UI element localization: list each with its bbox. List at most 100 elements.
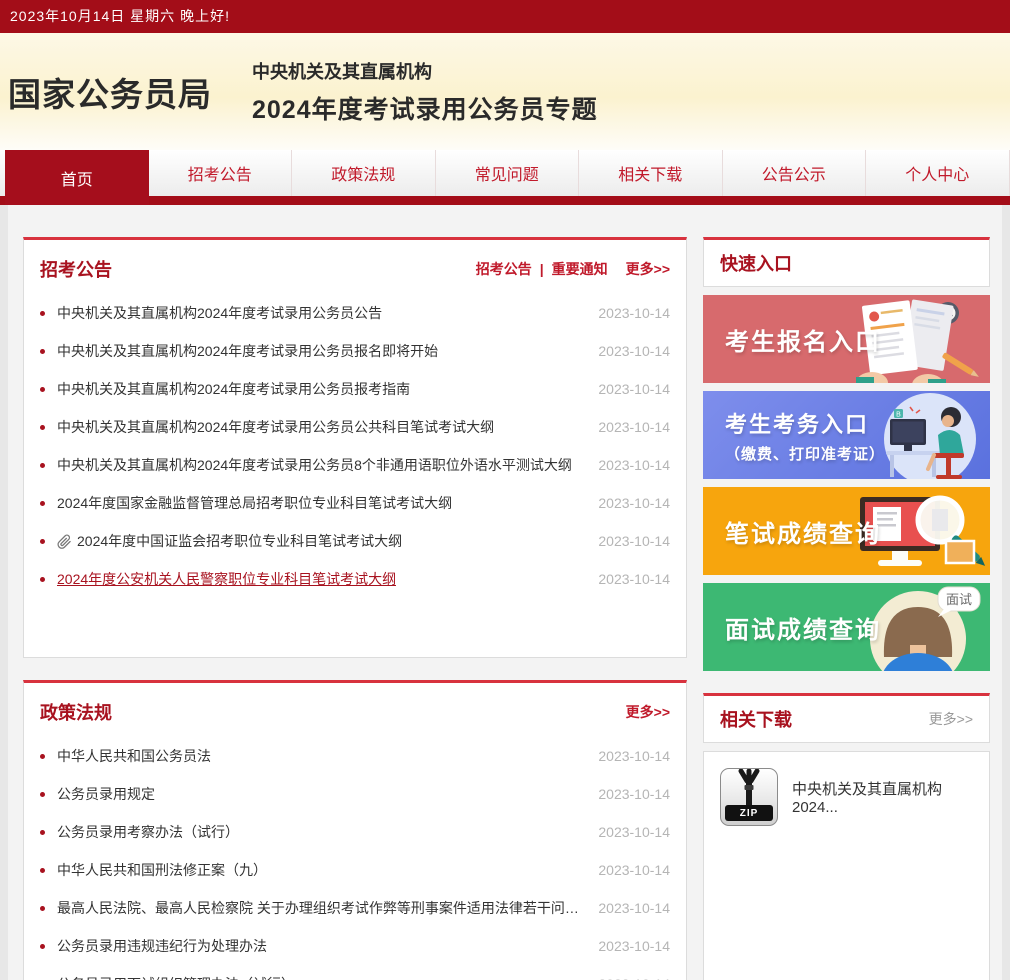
list-item: 公务员录用考察办法（试行） 2023-10-14 (40, 813, 670, 851)
quick-entry-panel: 快速入口 (703, 237, 990, 287)
item-date: 2023-10-14 (584, 976, 670, 980)
item-date: 2023-10-14 (584, 305, 670, 321)
banner-label-wrap: 考生报名入口 (725, 295, 881, 383)
policy-link[interactable]: 公务员录用规定 (57, 784, 155, 804)
written-score-query-banner[interactable]: 笔试成绩查询 (703, 487, 990, 575)
list-item: 中央机关及其直属机构2024年度考试录用公务员公告 2023-10-14 (40, 294, 670, 332)
nav-tab-personal-center[interactable]: 个人中心 (866, 150, 1010, 196)
candidate-exam-affairs-entry-banner[interactable]: B 考生考务入口 （缴费、打印准考证） (703, 391, 990, 479)
announcements-panel: 招考公告 招考公告 | 重要通知 更多>> 中央机关及其直属机构2024年度考试… (23, 237, 687, 658)
interview-score-query-label: 面试成绩查询 (725, 610, 881, 645)
announcements-tab-link[interactable]: 招考公告 (476, 259, 532, 279)
download-file-link[interactable]: 中央机关及其直属机构2024... (792, 778, 973, 980)
policy-link[interactable]: 公务员录用考察办法（试行） (57, 822, 239, 842)
announcement-link[interactable]: 中央机关及其直属机构2024年度考试录用公务员公告 (57, 303, 382, 323)
policy-link[interactable]: 公务员录用面试组织管理办法（试行） (57, 974, 295, 980)
main-nav: 首页 招考公告 政策法规 常见问题 相关下载 公告公示 个人中心 (0, 150, 1010, 196)
announcement-link[interactable]: 中央机关及其直属机构2024年度考试录用公务员报考指南 (57, 379, 410, 399)
bullet-icon (40, 944, 45, 949)
zip-file-icon[interactable]: ZIP (720, 768, 778, 826)
site-header: 国家公务员局 中央机关及其直属机构 2024年度考试录用公务员专题 (0, 33, 1010, 150)
candidate-registration-entry-banner[interactable]: 考生报名入口 (703, 295, 990, 383)
announcement-link-visited[interactable]: 2024年度公安机关人民警察职位专业科目笔试考试大纲 (57, 569, 396, 589)
date-greeting-text: 2023年10月14日 星期六 晚上好! (10, 8, 230, 24)
bullet-icon (40, 868, 45, 873)
list-item: 中央机关及其直属机构2024年度考试录用公务员报考指南 2023-10-14 (40, 370, 670, 408)
list-item: 2024年度国家金融监督管理总局招考职位专业科目笔试考试大纲 2023-10-1… (40, 484, 670, 522)
nav-tab-faq[interactable]: 常见问题 (436, 150, 580, 196)
item-date: 2023-10-14 (584, 495, 670, 511)
announcements-more-link[interactable]: 更多>> (626, 259, 670, 279)
bullet-icon (40, 349, 45, 354)
announcements-list: 中央机关及其直属机构2024年度考试录用公务员公告 2023-10-14 中央机… (24, 290, 686, 598)
main-content: 招考公告 招考公告 | 重要通知 更多>> 中央机关及其直属机构2024年度考试… (8, 205, 1002, 980)
important-notices-link[interactable]: 重要通知 (552, 259, 608, 279)
bullet-icon (40, 577, 45, 582)
bullet-icon (40, 463, 45, 468)
announcement-link[interactable]: 2024年度中国证监会招考职位专业科目笔试考试大纲 (77, 531, 402, 551)
registration-entry-label: 考生报名入口 (725, 322, 881, 357)
announcement-link[interactable]: 2024年度国家金融监督管理总局招考职位专业科目笔试考试大纲 (57, 493, 452, 513)
policies-header-links: 更多>> (616, 702, 670, 722)
downloads-panel-body: ZIP 中央机关及其直属机构2024... (703, 751, 990, 980)
item-date: 2023-10-14 (584, 419, 670, 435)
announcements-header-links: 招考公告 | 重要通知 更多>> (476, 259, 670, 279)
list-item: 公务员录用违规违纪行为处理办法 2023-10-14 (40, 927, 670, 965)
quick-entry-title: 快速入口 (720, 250, 792, 276)
policies-panel: 政策法规 更多>> 中华人民共和国公务员法 2023-10-14 公务员录用规定… (23, 680, 687, 980)
list-item: 2024年度公安机关人民警察职位专业科目笔试考试大纲 2023-10-14 (40, 560, 670, 598)
list-item: 中央机关及其直属机构2024年度考试录用公务员报名即将开始 2023-10-14 (40, 332, 670, 370)
banner-label-wrap: 笔试成绩查询 (725, 487, 881, 575)
nav-tab-announcements[interactable]: 招考公告 (149, 150, 293, 196)
written-score-query-label: 笔试成绩查询 (725, 514, 881, 549)
tab-separator: | (540, 261, 544, 277)
item-date: 2023-10-14 (584, 786, 670, 802)
exam-affairs-entry-sublabel: （缴费、打印准考证） (725, 443, 885, 464)
list-item: 最高人民法院、最高人民检察院 关于办理组织考试作弊等刑事案件适用法律若干问题的解… (40, 889, 670, 927)
interview-score-query-banner[interactable]: 面试 面试成绩查询 (703, 583, 990, 671)
policies-header: 政策法规 更多>> (24, 683, 686, 733)
policies-more-link[interactable]: 更多>> (626, 702, 670, 722)
site-subtitle: 中央机关及其直属机构 2024年度考试录用公务员专题 (252, 58, 598, 126)
item-date: 2023-10-14 (584, 381, 670, 397)
policy-link[interactable]: 公务员录用违规违纪行为处理办法 (57, 936, 267, 956)
policy-link[interactable]: 中华人民共和国公务员法 (57, 746, 211, 766)
item-date: 2023-10-14 (584, 938, 670, 954)
bullet-icon (40, 387, 45, 392)
zip-type-label: ZIP (725, 805, 773, 821)
announcements-header: 招考公告 招考公告 | 重要通知 更多>> (24, 240, 686, 290)
list-item: 公务员录用面试组织管理办法（试行） 2023-10-14 (40, 965, 670, 980)
nav-tab-downloads[interactable]: 相关下载 (579, 150, 723, 196)
subtitle-line2: 2024年度考试录用公务员专题 (252, 90, 598, 126)
nav-underline-bar (0, 196, 1010, 205)
item-date: 2023-10-14 (584, 748, 670, 764)
list-item: 中央机关及其直属机构2024年度考试录用公务员8个非通用语职位外语水平测试大纲 … (40, 446, 670, 484)
announcements-title: 招考公告 (40, 256, 112, 282)
policy-link[interactable]: 最高人民法院、最高人民检察院 关于办理组织考试作弊等刑事案件适用法律若干问题的解… (57, 898, 584, 918)
bullet-icon (40, 311, 45, 316)
bullet-icon (40, 792, 45, 797)
bullet-icon (40, 906, 45, 911)
announcement-link[interactable]: 中央机关及其直属机构2024年度考试录用公务员8个非通用语职位外语水平测试大纲 (57, 455, 572, 475)
subtitle-line1: 中央机关及其直属机构 (252, 58, 598, 84)
site-logo-text: 国家公务员局 (8, 68, 212, 116)
list-item: 公务员录用规定 2023-10-14 (40, 775, 670, 813)
bullet-icon (40, 830, 45, 835)
item-date: 2023-10-14 (584, 862, 670, 878)
list-item: 中华人民共和国刑法修正案（九） 2023-10-14 (40, 851, 670, 889)
nav-tab-policies[interactable]: 政策法规 (292, 150, 436, 196)
nav-tab-notices[interactable]: 公告公示 (723, 150, 867, 196)
announcement-link[interactable]: 中央机关及其直属机构2024年度考试录用公务员报名即将开始 (57, 341, 438, 361)
left-column: 招考公告 招考公告 | 重要通知 更多>> 中央机关及其直属机构2024年度考试… (23, 237, 687, 980)
policy-link[interactable]: 中华人民共和国刑法修正案（九） (57, 860, 267, 880)
announcement-link[interactable]: 中央机关及其直属机构2024年度考试录用公务员公共科目笔试考试大纲 (57, 417, 494, 437)
exam-affairs-entry-label: 考生考务入口 (725, 407, 885, 439)
nav-tab-home[interactable]: 首页 (5, 150, 149, 205)
item-date: 2023-10-14 (584, 533, 670, 549)
downloads-more-link[interactable]: 更多>> (929, 709, 973, 729)
item-date: 2023-10-14 (584, 824, 670, 840)
downloads-panel-header: 相关下载 更多>> (703, 693, 990, 743)
bullet-icon (40, 501, 45, 506)
downloads-title: 相关下载 (720, 706, 792, 732)
banner-label-wrap: 面试成绩查询 (725, 583, 881, 671)
